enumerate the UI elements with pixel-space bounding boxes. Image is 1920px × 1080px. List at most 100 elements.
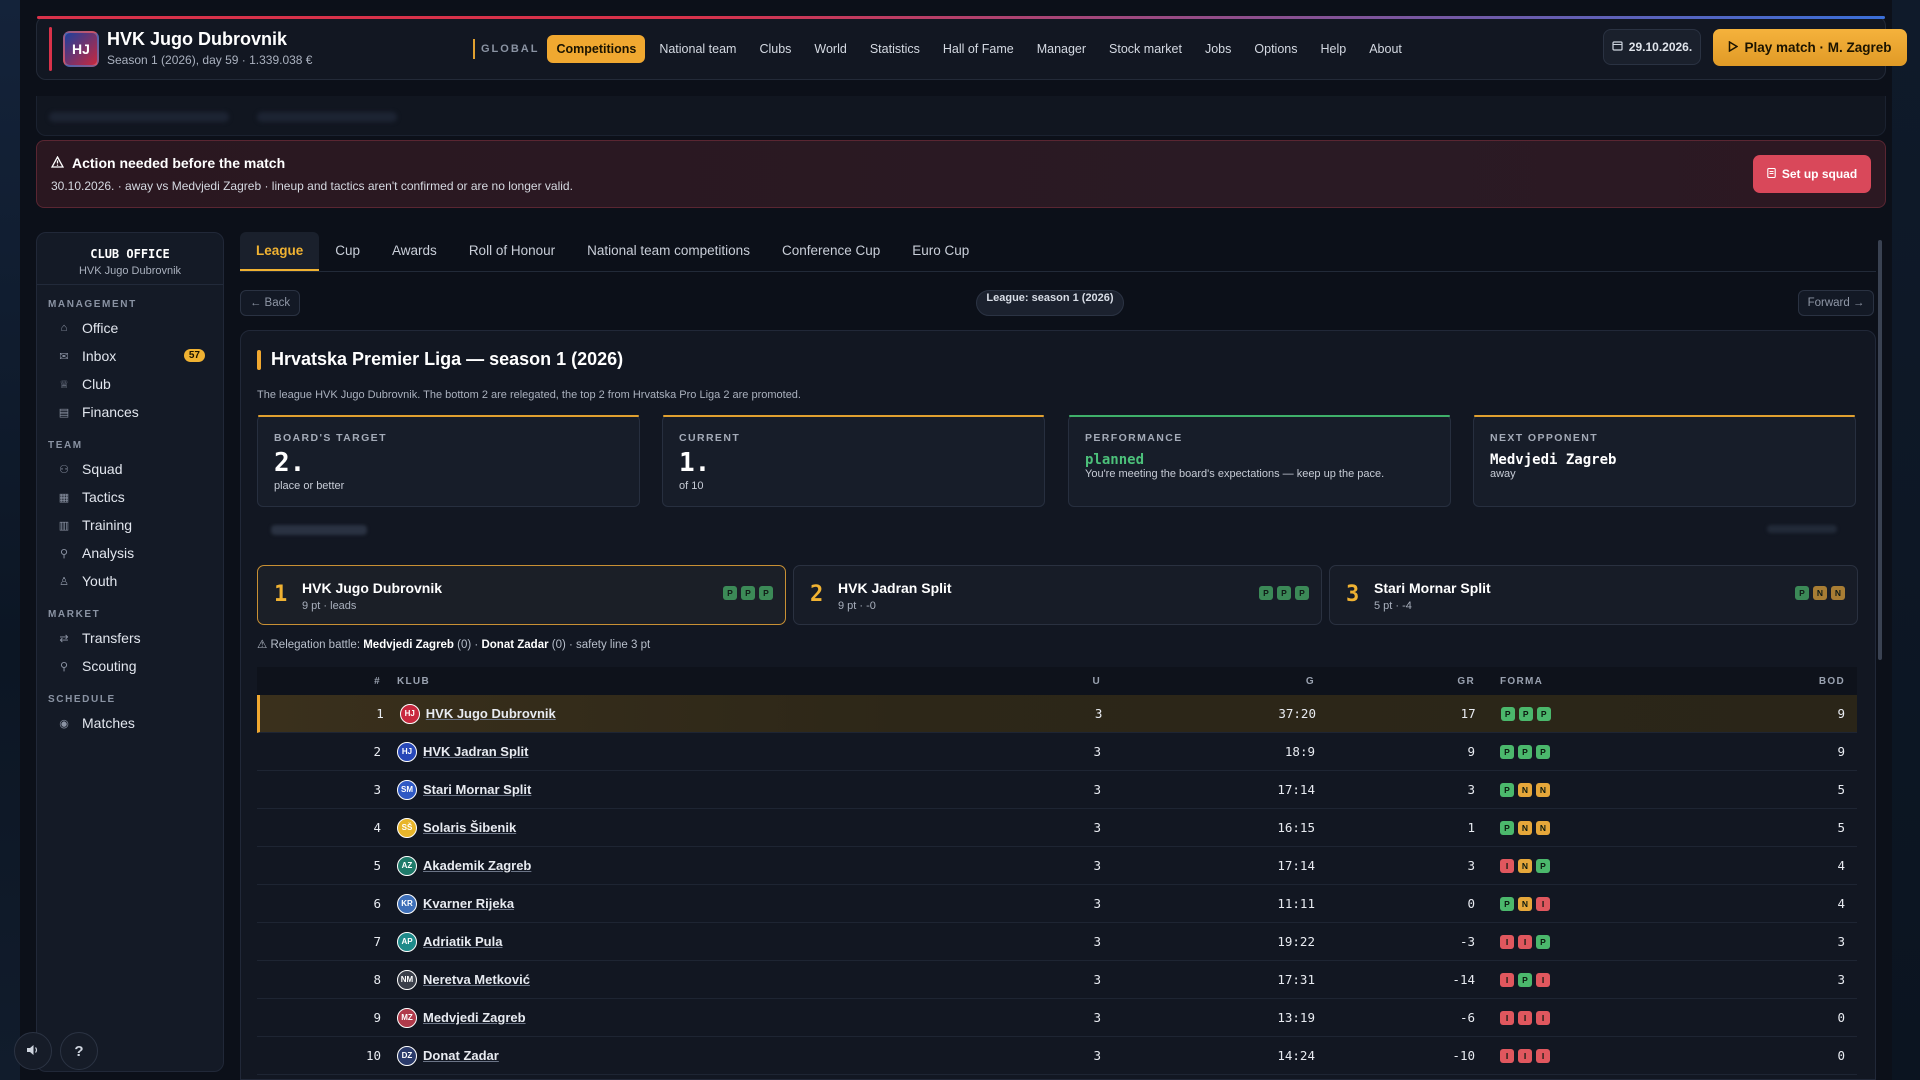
sidebar-item-scouting[interactable]: ⚲ Scouting (37, 652, 223, 680)
leader-card[interactable]: 1 HVK Jugo Dubrovnik 9 pt · leads P P P (257, 565, 786, 625)
col-goal-diff[interactable]: GR (1315, 676, 1475, 687)
sidebar-item-squad[interactable]: ⚇ Squad (37, 455, 223, 483)
sidebar-item-label: Club (82, 376, 111, 392)
sidebar-subtitle: HVK Jugo Dubrovnik (78, 265, 182, 277)
col-goals[interactable]: G (1101, 676, 1315, 687)
club-link[interactable]: Solaris Šibenik (423, 820, 516, 835)
leader-card[interactable]: 3 Stari Mornar Split 5 pt · -4 P N N (1329, 565, 1858, 625)
sidebar-title: CLUB OFFICE (90, 247, 170, 261)
date-display[interactable]: 29.10.2026. (1603, 29, 1701, 65)
sidebar-item-club[interactable]: ♕ Club (37, 370, 223, 398)
table-row[interactable]: 8 NM Neretva Metković 3 17:31 -14 I P I 3 (257, 961, 1857, 999)
season-selector[interactable]: League: season 1 (2026) (976, 290, 1124, 316)
nav-hall-of-fame[interactable]: Hall of Fame (934, 35, 1023, 63)
row-played: 3 (1093, 896, 1101, 911)
table-row[interactable]: 3 SM Stari Mornar Split 3 17:14 3 P N N 5 (257, 771, 1857, 809)
sidebar-item-transfers[interactable]: ⇄ Transfers (37, 624, 223, 652)
background-left (0, 0, 20, 1080)
leader-form: P P P (1259, 586, 1309, 600)
col-played[interactable]: U (1021, 676, 1101, 687)
set-up-squad-label: Set up squad (1781, 167, 1858, 181)
row-goals: 37:20 (1278, 706, 1316, 721)
nav-statistics[interactable]: Statistics (861, 35, 929, 63)
sidebar-item-matches[interactable]: ◉ Matches (37, 709, 223, 737)
help-button[interactable]: ? (60, 1032, 98, 1070)
scrollbar[interactable] (1878, 240, 1882, 660)
sound-toggle-button[interactable] (14, 1032, 52, 1070)
tab-conference-cup[interactable]: Conference Cup (766, 232, 896, 271)
sidebar-item-tactics[interactable]: ▦ Tactics (37, 483, 223, 511)
club-link[interactable]: Kvarner Rijeka (423, 896, 514, 911)
club-link[interactable]: Medvjedi Zagreb (423, 1010, 526, 1025)
row-points: 0 (1837, 1010, 1845, 1025)
nav-options[interactable]: Options (1245, 35, 1306, 63)
nav-national-team[interactable]: National team (650, 35, 745, 63)
table-row[interactable]: 5 AZ Akademik Zagreb 3 17:14 3 I N P 4 (257, 847, 1857, 885)
col-club[interactable]: KLUB (381, 676, 1021, 687)
tab-awards[interactable]: Awards (376, 232, 453, 271)
table-row[interactable]: 7 AP Adriatik Pula 3 19:22 -3 I I P 3 (257, 923, 1857, 961)
club-crest-icon: AZ (397, 855, 417, 876)
league-panel: Hrvatska Premier Liga — season 1 (2026) … (240, 330, 1876, 1080)
sidebar-item-training[interactable]: ▥ Training (37, 511, 223, 539)
nav-manager[interactable]: Manager (1028, 35, 1095, 63)
mail-icon: ✉ (59, 350, 69, 363)
back-button[interactable]: ← Back (240, 290, 300, 316)
table-row[interactable]: 6 KR Kvarner Rijeka 3 11:11 0 P N I 4 (257, 885, 1857, 923)
club-link[interactable]: Adriatik Pula (423, 934, 502, 949)
form-badge: N (1536, 820, 1550, 835)
sidebar-item-youth[interactable]: ♙ Youth (37, 567, 223, 595)
tab-cup[interactable]: Cup (319, 232, 376, 271)
row-club: HJ HVK Jadran Split (381, 741, 1021, 762)
speaker-icon (26, 1043, 40, 1060)
tab-league[interactable]: League (240, 232, 320, 271)
nav-about[interactable]: About (1360, 35, 1411, 63)
club-link[interactable]: Akademik Zagreb (423, 858, 531, 873)
col-rank[interactable]: # (257, 676, 381, 687)
table-row[interactable]: 9 MZ Medvjedi Zagreb 3 13:19 -6 I I I 0 (257, 999, 1857, 1037)
form-badge: I (1500, 972, 1514, 987)
nav-competitions[interactable]: Competitions (547, 35, 646, 63)
play-match-button[interactable]: Play match · M. Zagreb (1713, 29, 1907, 66)
tab-national-team-competitions[interactable]: National team competitions (571, 232, 766, 271)
table-row[interactable]: 2 HJ HVK Jadran Split 3 18:9 9 P P P 9 (257, 733, 1857, 771)
club-link[interactable]: Stari Mornar Split (423, 782, 531, 797)
nav-clubs[interactable]: Clubs (750, 35, 800, 63)
league-heading: Hrvatska Premier Liga — season 1 (2026) (257, 349, 623, 370)
club-crest-icon[interactable]: HJ (63, 31, 99, 67)
row-points: 0 (1837, 1048, 1845, 1063)
club-link[interactable]: Donat Zadar (423, 1048, 499, 1063)
relegation-team[interactable]: Medvjedi Zagreb (363, 639, 454, 651)
club-office-sidebar: CLUB OFFICE HVK Jugo Dubrovnik MANAGEMEN… (36, 232, 224, 1072)
set-up-squad-button[interactable]: Set up squad (1753, 155, 1871, 193)
nav-help[interactable]: Help (1311, 35, 1355, 63)
sidebar-item-finances[interactable]: ▤ Finances (37, 398, 223, 426)
users-icon: ⚇ (59, 463, 69, 476)
person-icon: ♙ (59, 575, 69, 588)
play-match-label: Play match · M. Zagreb (1744, 40, 1892, 55)
sidebar-item-inbox[interactable]: ✉ Inbox 57 (37, 342, 223, 370)
row-points: 9 (1837, 706, 1845, 721)
col-points[interactable]: BOD (1695, 676, 1857, 687)
leader-card[interactable]: 2 HVK Jadran Split 9 pt · -0 P P P (793, 565, 1322, 625)
sidebar-item-office[interactable]: ⌂ Office (37, 314, 223, 342)
nav-stock-market[interactable]: Stock market (1100, 35, 1191, 63)
sidebar-item-analysis[interactable]: ⚲ Analysis (37, 539, 223, 567)
relegation-battle: ⚠ Relegation battle: Medvjedi Zagreb (0)… (257, 637, 650, 651)
tab-euro-cup[interactable]: Euro Cup (896, 232, 985, 271)
col-form[interactable]: FORMA (1475, 676, 1695, 687)
relegation-team[interactable]: Donat Zadar (481, 639, 548, 651)
nav-world[interactable]: World (805, 35, 855, 63)
forward-button[interactable]: Forward → (1798, 290, 1874, 316)
sidebar-item-label: Squad (82, 461, 123, 477)
board-target-card: BOARD'S TARGET 2. place or better (257, 415, 640, 507)
tab-roll-of-honour[interactable]: Roll of Honour (453, 232, 571, 271)
table-row[interactable]: 1 HJ HVK Jugo Dubrovnik 3 37:20 17 P P P 9 (257, 695, 1857, 733)
nav-jobs[interactable]: Jobs (1196, 35, 1240, 63)
table-row[interactable]: 4 SŠ Solaris Šibenik 3 16:15 1 P N N 5 (257, 809, 1857, 847)
club-link[interactable]: HVK Jadran Split (423, 744, 528, 759)
next-opponent-card[interactable]: NEXT OPPONENT Medvjedi Zagreb away (1473, 415, 1856, 507)
club-link[interactable]: HVK Jugo Dubrovnik (426, 706, 556, 721)
table-row[interactable]: 10 DZ Donat Zadar 3 14:24 -10 I I I 0 (257, 1037, 1857, 1075)
club-link[interactable]: Neretva Metković (423, 972, 530, 987)
